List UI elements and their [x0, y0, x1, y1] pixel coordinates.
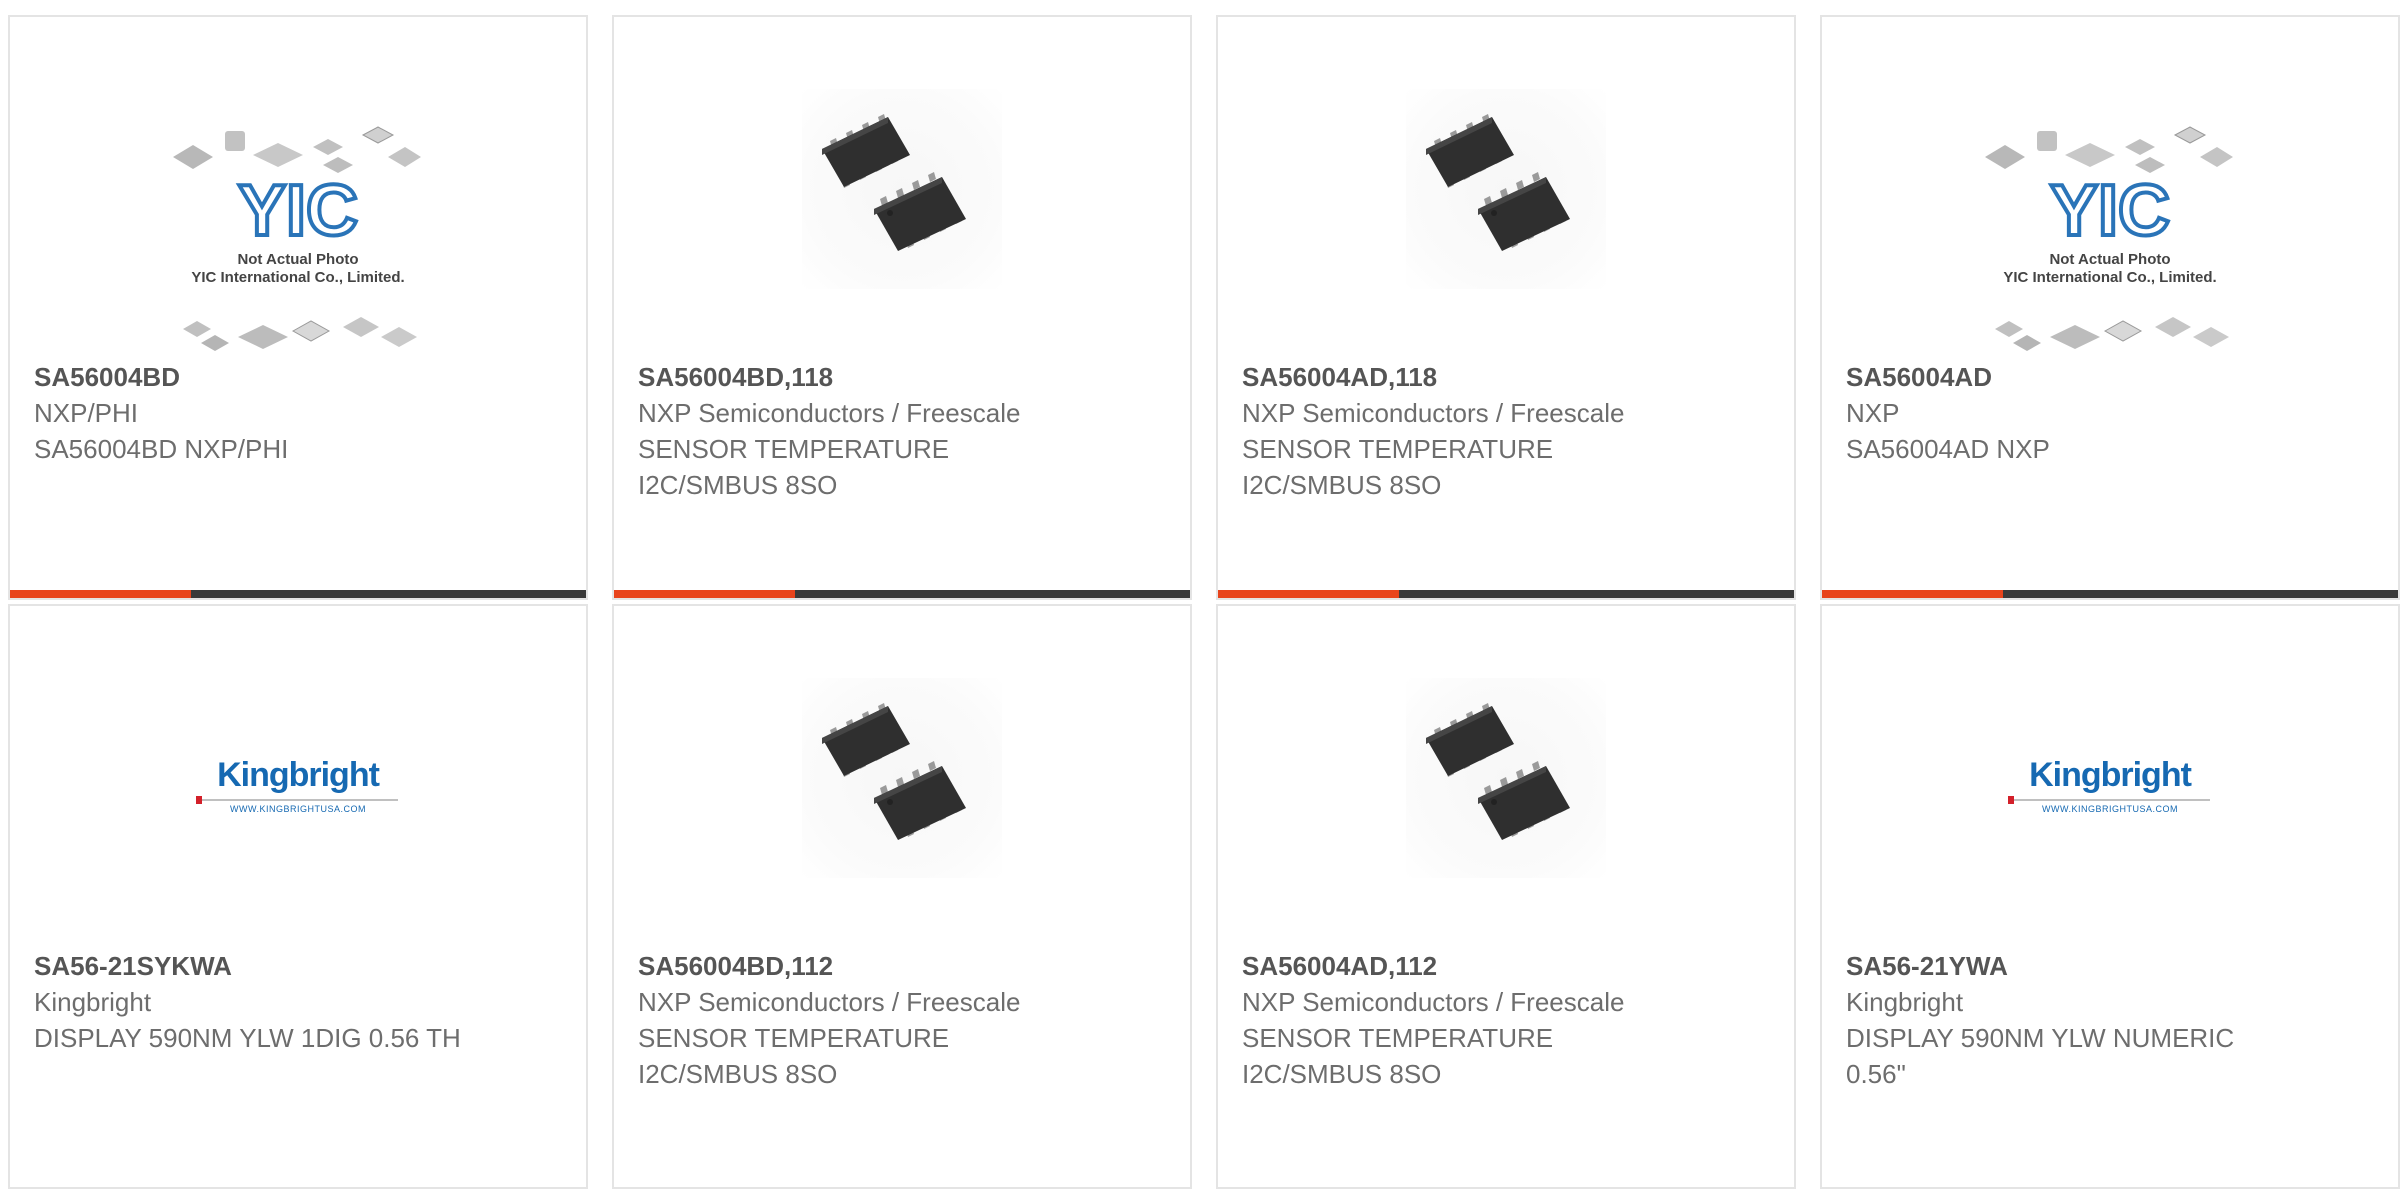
- product-card[interactable]: SA56004AD,118 NXP Semiconductors / Frees…: [1216, 15, 1796, 600]
- card-accent-bar: [614, 590, 1190, 598]
- part-number-link[interactable]: SA56004AD,112: [1242, 948, 1770, 984]
- soic-chips-image: [802, 678, 1002, 878]
- soic-chips-image: [802, 89, 1002, 289]
- manufacturer: NXP Semiconductors / Freescale: [1242, 398, 1625, 428]
- product-card[interactable]: Kingbright WWW.KINGBRIGHTUSA.COM SA56-21…: [8, 604, 588, 1189]
- manufacturer: NXP Semiconductors / Freescale: [1242, 987, 1625, 1017]
- part-number-link[interactable]: SA56004AD,118: [1242, 359, 1770, 395]
- part-number-link[interactable]: SA56004BD,112: [638, 948, 1166, 984]
- kingbright-logo-text: Kingbright: [217, 756, 380, 794]
- yic-logo-text: YIC: [2050, 171, 2170, 251]
- manufacturer: NXP Semiconductors / Freescale: [638, 987, 1021, 1017]
- product-image[interactable]: [614, 666, 1190, 956]
- accent-fill: [1822, 590, 2004, 598]
- product-image[interactable]: Kingbright WWW.KINGBRIGHTUSA.COM: [1822, 666, 2398, 956]
- kingbright-logo: Kingbright WWW.KINGBRIGHTUSA.COM: [196, 756, 398, 814]
- product-card[interactable]: YIC Not Actual Photo YIC International C…: [8, 15, 588, 600]
- description: SA56004BD NXP/PHI: [34, 434, 289, 464]
- description: SENSOR TEMPERATURE I2C/SMBUS 8SO: [1242, 1023, 1554, 1089]
- product-card[interactable]: SA56004BD,112 NXP Semiconductors / Frees…: [612, 604, 1192, 1189]
- placeholder-caption-2: YIC International Co., Limited.: [191, 269, 405, 286]
- description: SENSOR TEMPERATURE I2C/SMBUS 8SO: [1242, 434, 1554, 500]
- part-number-link[interactable]: SA56004BD: [34, 359, 562, 395]
- product-image[interactable]: YIC Not Actual Photo YIC International C…: [10, 77, 586, 367]
- description: DISPLAY 590NM YLW NUMERIC 0.56": [1846, 1023, 2235, 1089]
- product-image[interactable]: [1218, 666, 1794, 956]
- manufacturer: NXP Semiconductors / Freescale: [638, 398, 1021, 428]
- accent-fill: [10, 590, 192, 598]
- kingbright-logo-text: Kingbright: [2029, 756, 2192, 794]
- description: SENSOR TEMPERATURE I2C/SMBUS 8SO: [638, 1023, 950, 1089]
- part-number-link[interactable]: SA56004AD: [1846, 359, 2374, 395]
- card-accent-bar: [10, 590, 586, 598]
- kingbright-logo: Kingbright WWW.KINGBRIGHTUSA.COM: [2008, 756, 2210, 814]
- product-image[interactable]: [614, 77, 1190, 367]
- placeholder-caption-1: Not Actual Photo: [237, 251, 359, 268]
- part-number-link[interactable]: SA56-21YWA: [1846, 948, 2374, 984]
- soic-chips-image: [1406, 678, 1606, 878]
- product-card[interactable]: SA56004BD,118 NXP Semiconductors / Frees…: [612, 15, 1192, 600]
- soic-chips-image: [1406, 89, 1606, 289]
- product-image[interactable]: [1218, 77, 1794, 367]
- part-number-link[interactable]: SA56-21SYKWA: [34, 948, 562, 984]
- yic-placeholder-image: YIC Not Actual Photo YIC International C…: [153, 117, 443, 367]
- product-image[interactable]: YIC Not Actual Photo YIC International C…: [1822, 77, 2398, 367]
- placeholder-caption-2: YIC International Co., Limited.: [2003, 269, 2217, 286]
- accent-fill: [614, 590, 796, 598]
- manufacturer: Kingbright: [34, 987, 152, 1017]
- kingbright-url: WWW.KINGBRIGHTUSA.COM: [230, 804, 366, 814]
- product-grid: YIC Not Actual Photo YIC International C…: [8, 15, 2400, 1189]
- accent-fill: [1218, 590, 1400, 598]
- description: SA56004AD NXP: [1846, 434, 2050, 464]
- product-card[interactable]: Kingbright WWW.KINGBRIGHTUSA.COM SA56-21…: [1820, 604, 2400, 1189]
- card-accent-bar: [1218, 590, 1794, 598]
- yic-placeholder-image: YIC Not Actual Photo YIC International C…: [1965, 117, 2255, 367]
- product-card[interactable]: YIC Not Actual Photo YIC International C…: [1820, 15, 2400, 600]
- manufacturer: NXP/PHI: [34, 398, 139, 428]
- card-accent-bar: [1822, 590, 2398, 598]
- placeholder-caption-1: Not Actual Photo: [2049, 251, 2171, 268]
- kingbright-url: WWW.KINGBRIGHTUSA.COM: [2042, 804, 2178, 814]
- part-number-link[interactable]: SA56004BD,118: [638, 359, 1166, 395]
- description: SENSOR TEMPERATURE I2C/SMBUS 8SO: [638, 434, 950, 500]
- product-image[interactable]: Kingbright WWW.KINGBRIGHTUSA.COM: [10, 666, 586, 956]
- product-card[interactable]: SA56004AD,112 NXP Semiconductors / Frees…: [1216, 604, 1796, 1189]
- description: DISPLAY 590NM YLW 1DIG 0.56 TH: [34, 1023, 461, 1053]
- manufacturer: Kingbright: [1846, 987, 1964, 1017]
- yic-logo-text: YIC: [238, 171, 358, 251]
- manufacturer: NXP: [1846, 398, 1900, 428]
